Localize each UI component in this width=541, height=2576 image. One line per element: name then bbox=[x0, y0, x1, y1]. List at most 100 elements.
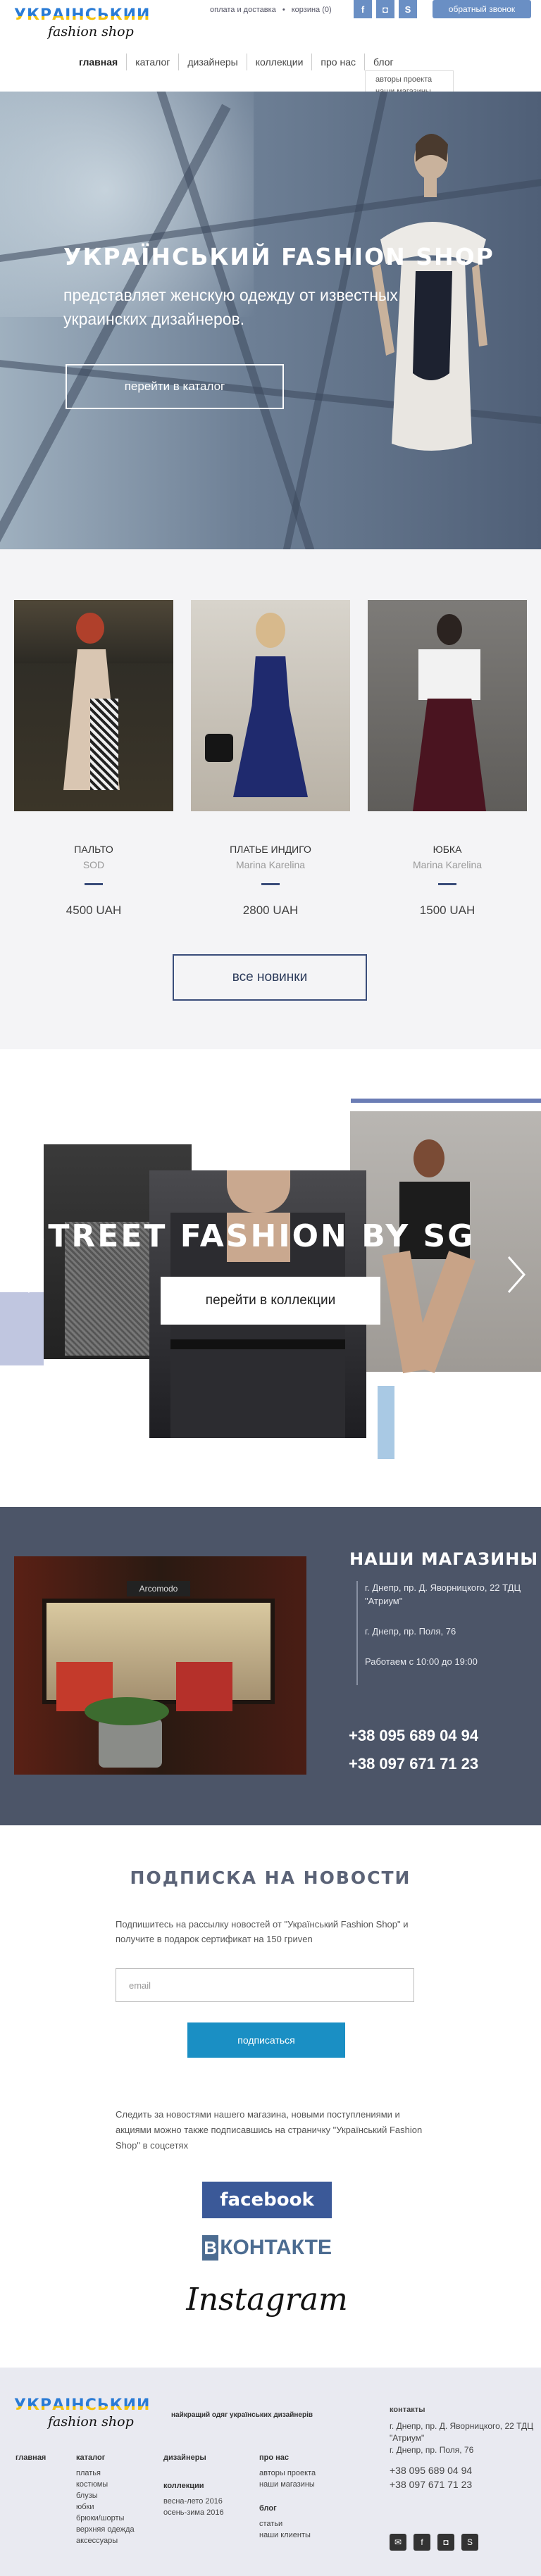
subscribe-title: ПОДПИСКА НА НОВОСТИ bbox=[130, 1868, 411, 1888]
footer-link[interactable]: брюки/шорты bbox=[76, 2513, 135, 2524]
nav-home[interactable]: главная bbox=[70, 54, 128, 70]
vkontakte-link[interactable]: В КОНТАКТЕ bbox=[202, 2230, 332, 2266]
vk-logo-text: КОНТАКТЕ bbox=[220, 2236, 332, 2259]
phone-link[interactable]: +38 095 689 04 94 bbox=[349, 1722, 478, 1750]
instagram-link[interactable]: Instagram bbox=[186, 2276, 347, 2322]
footer-link[interactable]: аксессуары bbox=[76, 2535, 135, 2546]
divider bbox=[438, 883, 456, 885]
subscribe-section: ПОДПИСКА НА НОВОСТИ Подпишитесь на рассы… bbox=[0, 1825, 541, 2368]
product-brand[interactable]: Marina Karelina bbox=[368, 859, 527, 870]
subscribe-button[interactable]: подписаться bbox=[187, 2022, 345, 2058]
payment-delivery-link[interactable]: оплата и доставка bbox=[210, 6, 276, 14]
logo-title: УКРАЇНСЬКИЙ bbox=[14, 2397, 155, 2414]
product-name: ЮБКА bbox=[433, 844, 462, 855]
new-arrivals-section: ПАЛЬТО SOD 4500 UAH ПЛАТЬЕ ИНДИГО Marina… bbox=[0, 549, 541, 1049]
product-card[interactable]: ЮБКА Marina Karelina 1500 UAH bbox=[368, 600, 527, 918]
product-name: ПАЛЬТО bbox=[74, 844, 113, 855]
product-brand[interactable]: Marina Karelina bbox=[191, 859, 350, 870]
callback-button[interactable]: обратный звонок bbox=[433, 0, 531, 18]
mail-icon[interactable]: ✉ bbox=[390, 2534, 406, 2551]
logo-subtitle: fashion shop bbox=[48, 2414, 134, 2430]
footer-link[interactable]: весна-лето 2016 bbox=[163, 2496, 224, 2507]
facebook-icon[interactable]: f bbox=[354, 0, 372, 18]
footer-col-designers: дизайнеры bbox=[163, 2452, 206, 2468]
footer-col-blog: блог статьи наши клиенты bbox=[259, 2503, 311, 2541]
model-photo bbox=[372, 134, 487, 451]
footer-address: г. Днепр, пр. Д. Яворницкого, 22 ТДЦ "Ат… bbox=[390, 2421, 534, 2443]
phone-link[interactable]: +38 097 671 71 23 bbox=[349, 1750, 478, 1778]
footer-phone[interactable]: +38 095 689 04 94 bbox=[390, 2463, 537, 2477]
facebook-link[interactable]: facebook bbox=[202, 2182, 332, 2218]
store-address: г. Днепр, пр. Д. Яворницкого, 22 ТДЦ "Ат… bbox=[365, 1582, 521, 1606]
email-input[interactable]: email bbox=[116, 1968, 414, 2002]
footer-link[interactable]: платья bbox=[76, 2468, 135, 2479]
product-price: 2800 UAH bbox=[242, 904, 299, 917]
nav-catalog[interactable]: каталог bbox=[127, 54, 180, 70]
go-to-catalog-button[interactable]: перейти в каталог bbox=[66, 364, 284, 409]
instagram-icon[interactable]: ◘ bbox=[376, 0, 394, 18]
product-brand[interactable]: SOD bbox=[14, 859, 173, 870]
footer-link-about[interactable]: про нас bbox=[259, 2452, 316, 2463]
product-photo[interactable] bbox=[14, 600, 173, 811]
skype-icon[interactable]: S bbox=[399, 0, 417, 18]
product-card[interactable]: ПЛАТЬЕ ИНДИГО Marina Karelina 2800 UAH bbox=[191, 600, 350, 918]
skype-icon[interactable]: S bbox=[461, 2534, 478, 2551]
collection-slider: STREET FASHION BY SG перейти в коллекции bbox=[0, 1049, 541, 1507]
footer-col-catalog: каталог платья костюмы блузы юбки брюки/… bbox=[76, 2452, 135, 2546]
footer-link[interactable]: наши магазины bbox=[259, 2479, 316, 2490]
logo-title: УКРАЇНСЬКИЙ bbox=[14, 7, 155, 24]
footer-address: г. Днепр, пр. Поля, 76 bbox=[390, 2445, 474, 2455]
footer-link[interactable]: авторы проекта bbox=[259, 2468, 316, 2479]
accent-block bbox=[378, 1386, 394, 1459]
accent-block bbox=[0, 1292, 44, 1365]
separator-dot: • bbox=[282, 6, 285, 14]
nav-about[interactable]: про нас bbox=[312, 54, 365, 70]
footer-social: ✉ f ◘ S bbox=[390, 2534, 478, 2551]
accent-line bbox=[351, 1099, 541, 1103]
store-addresses: г. Днепр, пр. Д. Яворницкого, 22 ТДЦ "Ат… bbox=[356, 1581, 533, 1685]
facebook-icon[interactable]: f bbox=[413, 2534, 430, 2551]
footer-link-designers[interactable]: дизайнеры bbox=[163, 2452, 206, 2463]
product-photo[interactable] bbox=[368, 600, 527, 811]
dropdown-authors[interactable]: авторы проекта bbox=[375, 74, 443, 86]
cart-link[interactable]: корзина (0) bbox=[292, 6, 332, 14]
footer-link[interactable]: осень-зима 2016 bbox=[163, 2507, 224, 2518]
nav-blog[interactable]: блог bbox=[365, 54, 402, 70]
hero-banner: УКРАЇНСЬКИЙ FASHION SHOP представляет же… bbox=[0, 92, 541, 549]
instagram-icon[interactable]: ◘ bbox=[437, 2534, 454, 2551]
nav-collections[interactable]: коллекции bbox=[247, 54, 313, 70]
footer-link-catalog[interactable]: каталог bbox=[76, 2452, 135, 2463]
footer-col-about: про нас авторы проекта наши магазины bbox=[259, 2452, 316, 2490]
footer-link-collections[interactable]: коллекции bbox=[163, 2480, 224, 2491]
footer-col-collections: коллекции весна-лето 2016 осень-зима 201… bbox=[163, 2480, 224, 2518]
arrow-left-icon[interactable] bbox=[8, 1253, 37, 1296]
site-logo[interactable]: УКРАЇНСЬКИЙ fashion shop bbox=[14, 7, 155, 42]
product-price: 1500 UAH bbox=[419, 904, 475, 917]
divider bbox=[85, 883, 103, 885]
footer-col-main: главная bbox=[15, 2452, 46, 2468]
footer-link[interactable]: статьи bbox=[259, 2518, 311, 2530]
nav-designers[interactable]: дизайнеры bbox=[179, 54, 247, 70]
header-social: f ◘ S bbox=[354, 0, 417, 18]
logo-subtitle: fashion shop bbox=[48, 24, 134, 39]
arrow-right-icon[interactable] bbox=[502, 1253, 530, 1296]
footer-link[interactable]: юбки bbox=[76, 2501, 135, 2513]
follow-text: Следить за новостями нашего магазина, но… bbox=[116, 2109, 423, 2151]
product-photo[interactable] bbox=[191, 600, 350, 811]
go-to-collections-button[interactable]: перейти в коллекции bbox=[161, 1277, 380, 1325]
footer-link[interactable]: костюмы bbox=[76, 2479, 135, 2490]
store-phones: +38 095 689 04 94 +38 097 671 71 23 bbox=[349, 1722, 478, 1778]
subscribe-description: Подпишитесь на рассылку новостей от "Укр… bbox=[116, 1919, 409, 1944]
all-new-items-button[interactable]: все новинки bbox=[173, 954, 367, 1001]
footer-link[interactable]: наши клиенты bbox=[259, 2530, 311, 2541]
footer-phone[interactable]: +38 097 671 71 23 bbox=[390, 2477, 537, 2491]
site-footer: УКРАЇНСЬКИЙ fashion shop найкращий одяг … bbox=[0, 2368, 541, 2576]
footer-logo[interactable]: УКРАЇНСЬКИЙ fashion shop bbox=[14, 2397, 155, 2432]
footer-link[interactable]: верхняя одежда bbox=[76, 2524, 135, 2535]
stores-title: НАШИ МАГАЗИНЫ bbox=[349, 1549, 539, 1569]
footer-link-blog[interactable]: блог bbox=[259, 2503, 311, 2514]
footer-link-main[interactable]: главная bbox=[15, 2452, 46, 2463]
product-card[interactable]: ПАЛЬТО SOD 4500 UAH bbox=[14, 600, 173, 918]
store-sign: Arcomodo bbox=[127, 1581, 190, 1596]
footer-link[interactable]: блузы bbox=[76, 2490, 135, 2501]
